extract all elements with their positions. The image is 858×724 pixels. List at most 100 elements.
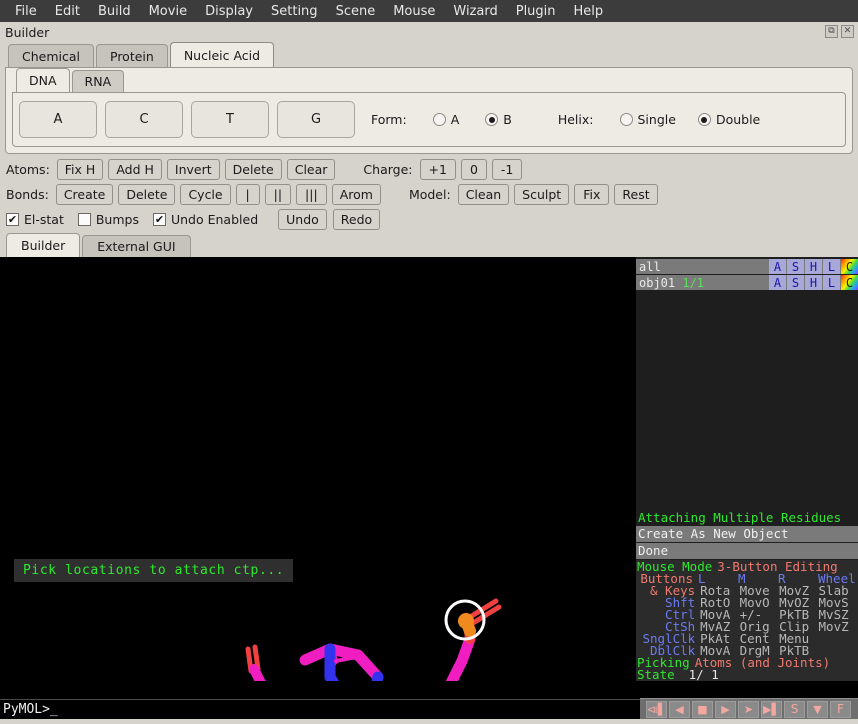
gui-tab-builder[interactable]: Builder <box>6 233 80 257</box>
atoms-delete-button[interactable]: Delete <box>225 159 282 180</box>
builder-title-bar: Builder ⧉ ✕ <box>0 22 858 42</box>
restore-icon[interactable]: ⧉ <box>825 25 838 38</box>
object-controls: ASHLC <box>768 275 858 290</box>
edit-toolbars: Atoms: Fix HAdd HInvertDeleteClear Charg… <box>0 154 858 233</box>
nucleotide-button-C[interactable]: C <box>105 101 183 138</box>
model-clean-button[interactable]: Clean <box>458 184 509 205</box>
menu-item-setting[interactable]: Setting <box>262 2 327 21</box>
radio-indicator <box>485 113 498 126</box>
checkbox-undo-enabled[interactable]: ✔Undo Enabled <box>153 212 258 227</box>
object-control-s[interactable]: S <box>787 275 804 290</box>
playback-rewind-to-start-button[interactable]: ⧏▌ <box>646 701 667 718</box>
menu-item-wizard[interactable]: Wizard <box>444 2 506 21</box>
object-control-a[interactable]: A <box>769 275 786 290</box>
object-name[interactable]: obj01 1/1 <box>636 276 768 290</box>
model-sculpt-button[interactable]: Sculpt <box>514 184 569 205</box>
menu-item-help[interactable]: Help <box>565 2 613 21</box>
checkbox-indicator: ✔ <box>153 213 166 226</box>
nucleotide-button-G[interactable]: G <box>277 101 355 138</box>
bonds--button[interactable]: || <box>265 184 291 205</box>
playback-forward-to-end-button[interactable]: ▶▌ <box>761 701 782 718</box>
nucleotide-button-T[interactable]: T <box>191 101 269 138</box>
bonds-arom-button[interactable]: Arom <box>332 184 381 205</box>
nucleotide-button-A[interactable]: A <box>19 101 97 138</box>
pymol-builder-window: FileEditBuildMovieDisplaySettingSceneMou… <box>0 0 858 724</box>
close-icon[interactable]: ✕ <box>841 25 854 38</box>
menu-item-file[interactable]: File <box>6 2 46 21</box>
radio-a[interactable]: A <box>433 112 460 127</box>
radio-double[interactable]: Double <box>698 112 760 127</box>
atoms-invert-button[interactable]: Invert <box>167 159 220 180</box>
nucleotide-buttons: ACTG <box>19 101 355 138</box>
menu-item-scene[interactable]: Scene <box>327 2 385 21</box>
bonds-row: Bonds: CreateDeleteCycle||||||Arom Model… <box>6 182 858 207</box>
object-row: allASHLC <box>636 259 858 274</box>
atoms-addh-button[interactable]: Add H <box>108 159 162 180</box>
playback-step-forward-button[interactable]: ➤ <box>738 701 759 718</box>
wizard-button-create-as-new-object[interactable]: Create As New Object <box>636 526 858 542</box>
radio-single[interactable]: Single <box>620 112 676 127</box>
wizard-buttons: Create As New ObjectDone <box>636 526 858 559</box>
menu-item-build[interactable]: Build <box>89 2 140 21</box>
playback-play-button[interactable]: ▶ <box>715 701 736 718</box>
gui-tab-external-gui[interactable]: External GUI <box>82 235 190 257</box>
menu-item-movie[interactable]: Movie <box>140 2 196 21</box>
object-row: obj01 1/1ASHLC <box>636 275 858 290</box>
playback-full-button[interactable]: F <box>830 701 851 718</box>
tab-rna[interactable]: RNA <box>72 70 125 92</box>
helix-radio-group: Single Double <box>620 112 761 127</box>
tab-protein[interactable]: Protein <box>96 44 168 67</box>
model-rest-button[interactable]: Rest <box>614 184 657 205</box>
menu-item-mouse[interactable]: Mouse <box>384 2 444 21</box>
menu-bar: FileEditBuildMovieDisplaySettingSceneMou… <box>0 0 858 22</box>
object-control-l[interactable]: L <box>823 259 840 274</box>
checkbox-el-stat[interactable]: ✔El-stat <box>6 212 64 227</box>
option-checkboxes: ✔El-statBumps✔Undo Enabled <box>6 212 272 227</box>
menu-item-display[interactable]: Display <box>196 2 262 21</box>
window-controls: ⧉ ✕ <box>825 25 854 38</box>
object-control-l[interactable]: L <box>823 275 840 290</box>
atoms-clear-button[interactable]: Clear <box>287 159 336 180</box>
bonds-create-button[interactable]: Create <box>56 184 114 205</box>
checkbox-label: El-stat <box>24 212 64 227</box>
atoms-label: Atoms: <box>6 162 50 177</box>
builder-notebook: ChemicalProteinNucleic Acid DNARNA ACTG … <box>2 42 856 154</box>
viewport-hint-text: Pick locations to attach ctp... <box>14 559 293 582</box>
menu-item-edit[interactable]: Edit <box>46 2 89 21</box>
nucleotide-row: ACTG Form: AB Helix: SingleDouble <box>19 101 839 138</box>
object-control-a[interactable]: A <box>769 259 786 274</box>
wizard-button-done[interactable]: Done <box>636 543 858 559</box>
undo-button[interactable]: Undo <box>278 209 327 230</box>
object-control-c[interactable]: C <box>841 275 858 290</box>
playback-step-back-button[interactable]: ◀ <box>669 701 690 718</box>
playback-stop-button[interactable]: ■ <box>692 701 713 718</box>
object-control-h[interactable]: H <box>805 275 822 290</box>
charge-+1-button[interactable]: +1 <box>420 159 456 180</box>
bonds-cycle-button[interactable]: Cycle <box>180 184 230 205</box>
object-control-h[interactable]: H <box>805 259 822 274</box>
molecule-render <box>0 257 636 681</box>
object-name[interactable]: all <box>636 260 768 274</box>
tab-nucleic-acid[interactable]: Nucleic Acid <box>170 42 274 67</box>
playback-dropdown-button[interactable]: ▼ <box>807 701 828 718</box>
radio-label: Single <box>638 112 676 127</box>
menu-item-plugin[interactable]: Plugin <box>507 2 565 21</box>
tab-dna[interactable]: DNA <box>16 68 70 92</box>
charge-0-button[interactable]: 0 <box>461 159 487 180</box>
bonds-delete-button[interactable]: Delete <box>118 184 175 205</box>
bonds--button[interactable]: ||| <box>296 184 327 205</box>
playback-settings-button[interactable]: S <box>784 701 805 718</box>
molecular-viewport[interactable]: Pick locations to attach ctp... <box>0 257 636 681</box>
radio-b[interactable]: B <box>485 112 512 127</box>
object-control-c[interactable]: C <box>841 259 858 274</box>
bonds--button[interactable]: | <box>236 184 260 205</box>
charge-label: Charge: <box>363 162 412 177</box>
model-fix-button[interactable]: Fix <box>574 184 609 205</box>
atoms-fixh-button[interactable]: Fix H <box>57 159 104 180</box>
tab-chemical[interactable]: Chemical <box>8 44 94 67</box>
object-control-s[interactable]: S <box>787 259 804 274</box>
charge--1-button[interactable]: -1 <box>492 159 522 180</box>
redo-button[interactable]: Redo <box>333 209 380 230</box>
checkbox-bumps[interactable]: Bumps <box>78 212 139 227</box>
gui-tab-strip: BuilderExternal GUI <box>0 233 858 257</box>
